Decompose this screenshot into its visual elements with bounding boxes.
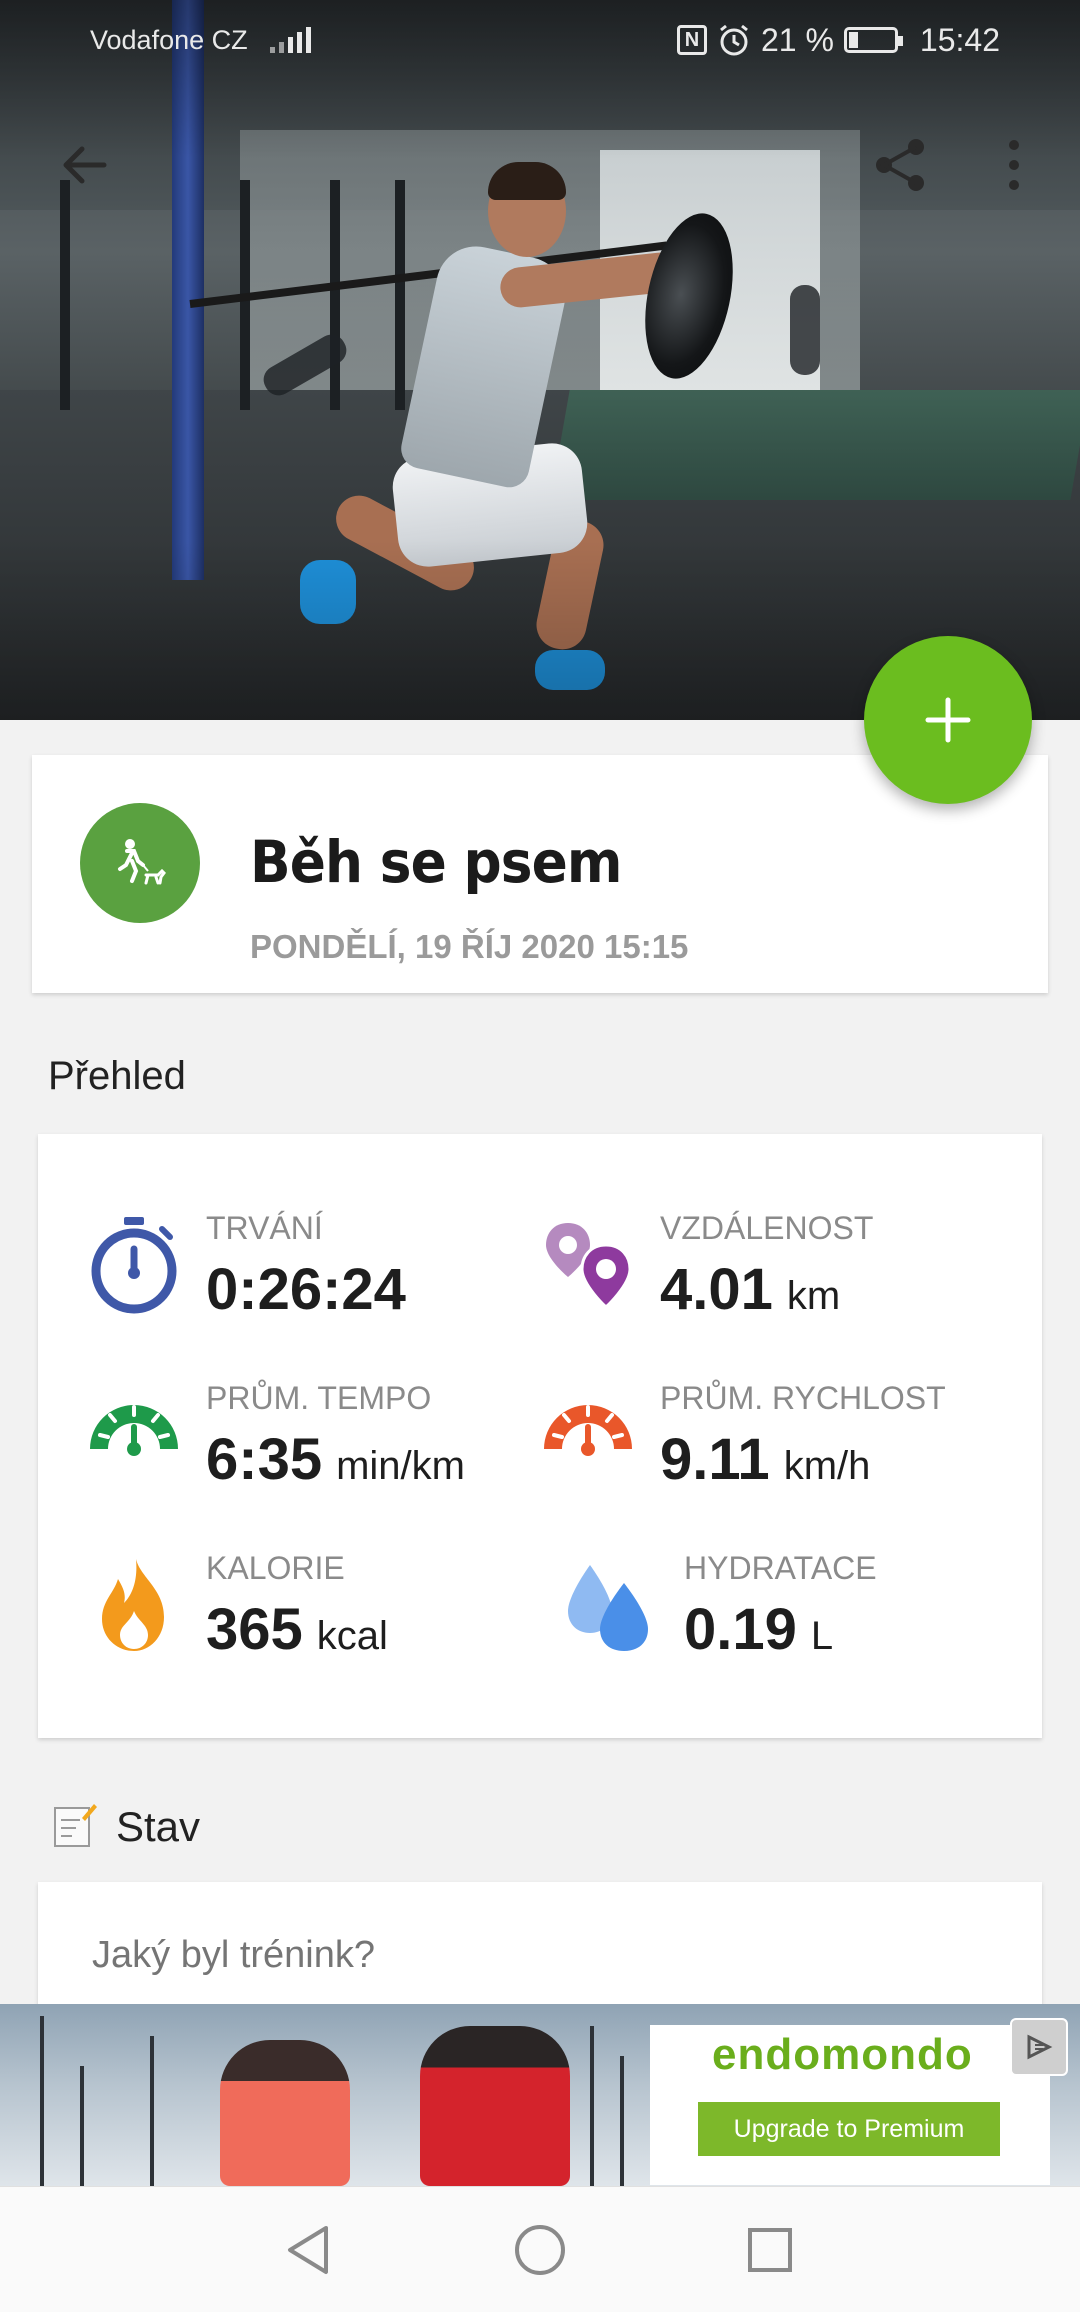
nav-back-button[interactable] <box>258 2208 358 2292</box>
clock: 15:42 <box>919 21 1000 58</box>
nav-recents-button[interactable] <box>720 2208 820 2292</box>
more-options-button[interactable] <box>974 125 1054 205</box>
water-drops-icon <box>560 1555 660 1655</box>
workout-note-input[interactable] <box>62 1905 1018 2005</box>
nav-home-icon <box>515 2225 565 2275</box>
overview-heading: Přehled <box>48 1054 186 1098</box>
plus-icon <box>925 697 971 743</box>
hero-image <box>0 0 1080 720</box>
workout-date: PONDĚLÍ, 19 ŘÍJ 2020 15:15 <box>250 928 689 965</box>
hydration-value: 0.19 L <box>684 1597 834 1662</box>
ad-tree <box>80 2066 84 2186</box>
nav-recents-icon <box>748 2228 792 2272</box>
gauge-orange-icon <box>538 1385 638 1485</box>
calories-label: KALORIE <box>206 1550 345 1586</box>
calories-value: 365 kcal <box>206 1597 388 1662</box>
calories-unit: kcal <box>316 1614 388 1658</box>
pace-label: PRŮM. TEMPO <box>206 1380 432 1416</box>
ad-choices-icon <box>1027 2034 1053 2060</box>
signal-icon <box>269 27 311 53</box>
share-button[interactable] <box>860 125 940 205</box>
distance-label: VZDÁLENOST <box>660 1210 874 1246</box>
hydration-label: HYDRATACE <box>684 1550 877 1586</box>
pace-unit: min/km <box>336 1444 465 1488</box>
ad-tree <box>40 2016 44 2186</box>
speed-unit: km/h <box>783 1444 871 1488</box>
carrier-name: Vodafone CZ <box>90 24 248 55</box>
speed-value: 9.11 km/h <box>660 1427 871 1492</box>
location-pins-icon <box>538 1215 638 1315</box>
ad-tree <box>620 2056 624 2186</box>
distance-unit: km <box>786 1274 841 1318</box>
hydration-unit: L <box>810 1614 834 1658</box>
duration-label: TRVÁNÍ <box>206 1210 323 1246</box>
battery-percent: 21 % <box>760 21 834 58</box>
alarm-icon <box>720 24 748 56</box>
back-arrow-icon <box>63 146 107 184</box>
more-vert-icon <box>1009 140 1019 190</box>
distance-value: 4.01 km <box>660 1257 841 1322</box>
endomondo-logo: endomondo <box>712 2030 973 2079</box>
battery-icon <box>843 27 903 53</box>
ad-tree <box>590 2026 594 2186</box>
share-icon <box>876 139 924 191</box>
status-bar: Vodafone CZ N 21 % 15:42 <box>0 0 1080 80</box>
flame-icon <box>84 1555 184 1655</box>
ad-choices-button[interactable] <box>1010 2018 1068 2076</box>
nfc-icon: N <box>676 25 707 55</box>
duration-value: 0:26:24 <box>206 1257 406 1322</box>
add-fab-button[interactable] <box>864 636 1032 804</box>
workout-title: Běh se psem <box>250 828 623 896</box>
status-heading: Stav <box>116 1803 201 1850</box>
hero-shade <box>0 0 1080 720</box>
back-button[interactable] <box>44 125 124 205</box>
ad-runner <box>220 2040 350 2186</box>
nav-home-button[interactable] <box>490 2208 590 2292</box>
sport-icon-badge <box>80 803 200 923</box>
gauge-green-icon <box>84 1385 184 1485</box>
stopwatch-icon <box>84 1215 184 1315</box>
note-pencil-icon <box>52 1800 98 1855</box>
dog-walk-run-icon <box>118 839 166 885</box>
upgrade-premium-button[interactable]: Upgrade to Premium <box>698 2102 1000 2156</box>
nav-back-icon <box>288 2226 328 2274</box>
ad-tree <box>150 2036 154 2186</box>
status-right: N 21 % 15:42 <box>676 21 1000 59</box>
ad-runner <box>420 2026 570 2186</box>
pace-value: 6:35 min/km <box>206 1427 465 1492</box>
speed-label: PRŮM. RYCHLOST <box>660 1380 946 1416</box>
